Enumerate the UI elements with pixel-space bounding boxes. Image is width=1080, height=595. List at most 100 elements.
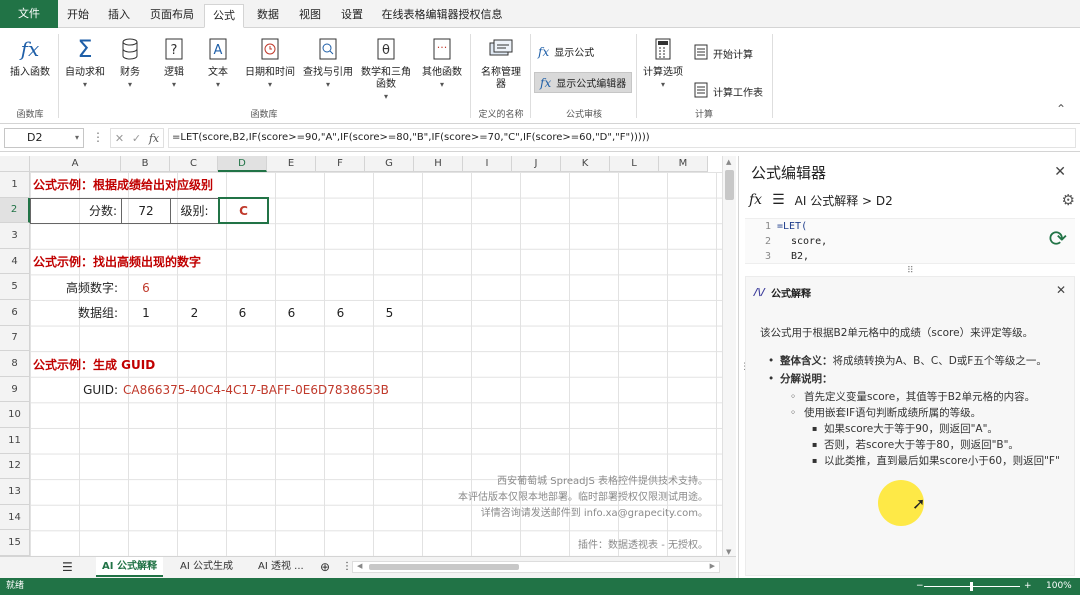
row-header-1[interactable]: 1 <box>0 172 30 198</box>
resize-handle-icon[interactable]: ⠿ <box>907 266 914 276</box>
calc-sheet-button[interactable]: 计算工作表 <box>694 82 763 101</box>
math-button[interactable]: θ 数学和三角 函数 ▾ <box>360 34 412 103</box>
scroll-right-icon[interactable]: ▶ <box>710 562 715 570</box>
column-header-b[interactable]: B <box>121 156 170 172</box>
formula-code-editor[interactable]: 1 =LET( 2 score, 3 B2, ⟳ <box>745 218 1075 264</box>
tab-insert[interactable]: 插入 <box>102 4 136 28</box>
tab-view[interactable]: 视图 <box>294 4 326 28</box>
name-box[interactable]: D2 ▾ <box>4 128 84 148</box>
tab-settings[interactable]: 设置 <box>336 4 368 28</box>
zoom-in-icon[interactable]: + <box>1024 578 1032 595</box>
tab-license-info[interactable]: 在线表格编辑器授权信息 <box>380 4 504 28</box>
show-formula-editor-button[interactable]: fx 显示公式编辑器 <box>534 72 633 93</box>
cell-g6[interactable]: 5 <box>365 300 414 326</box>
cell-d2[interactable]: C <box>218 197 269 224</box>
row-header-9[interactable]: 9 <box>0 376 30 403</box>
row-header-11[interactable]: 11 <box>0 428 30 454</box>
cell-b6[interactable]: 1 <box>121 300 171 326</box>
calc-options-button[interactable]: 计算选项 ▾ <box>640 34 686 91</box>
cell-b5[interactable]: 6 <box>121 275 171 301</box>
zoom-out-icon[interactable]: − <box>916 578 924 595</box>
column-header-a[interactable]: A <box>30 156 121 172</box>
zoom-slider-thumb[interactable] <box>970 582 973 591</box>
scroll-left-icon[interactable]: ◀ <box>357 562 362 570</box>
sheet-tab-ai-pivot[interactable]: AI 透视 ... <box>252 557 310 577</box>
gear-icon[interactable]: ⚙ <box>1062 191 1075 209</box>
vertical-scroll-thumb[interactable] <box>725 170 734 200</box>
cell-a2[interactable]: 分数: <box>30 198 122 224</box>
refresh-icon[interactable]: ⟳ <box>1049 227 1067 252</box>
column-header-i[interactable]: I <box>463 156 512 172</box>
show-formulas-button[interactable]: fx 显示公式 <box>538 44 594 60</box>
column-header-j[interactable]: J <box>512 156 561 172</box>
row-header-5[interactable]: 5 <box>0 274 30 300</box>
formula-input[interactable]: =LET(score,B2,IF(score>=90,"A",IF(score>… <box>168 128 1076 148</box>
row-header-4[interactable]: 4 <box>0 248 30 275</box>
fx-button[interactable]: fx <box>149 132 159 145</box>
cancel-icon[interactable]: ✕ <box>115 132 124 145</box>
fx-panel-icon[interactable]: fx <box>749 192 762 208</box>
cell-a9[interactable]: GUID: <box>30 377 122 403</box>
column-header-k[interactable]: K <box>561 156 610 172</box>
column-header-m[interactable]: M <box>659 156 708 172</box>
select-all-corner[interactable] <box>0 156 30 172</box>
row-header-14[interactable]: 14 <box>0 504 30 531</box>
sheet-tab-ai-generate[interactable]: AI 公式生成 <box>174 557 239 577</box>
horizontal-scrollbar[interactable]: ◀ ▶ <box>352 561 720 573</box>
close-icon[interactable]: ✕ <box>1054 164 1066 180</box>
row-header-2[interactable]: 2 <box>0 197 30 224</box>
add-sheet-icon[interactable]: ⊕ <box>314 557 336 577</box>
vertical-scrollbar[interactable]: ▲ ▼ <box>722 156 736 558</box>
column-header-h[interactable]: H <box>414 156 463 172</box>
panel-resize-handle[interactable]: ⋮ <box>740 362 749 372</box>
horizontal-scroll-thumb[interactable] <box>369 564 519 570</box>
column-header-c[interactable]: C <box>170 156 218 172</box>
row-header-3[interactable]: 3 <box>0 223 30 249</box>
row-header-15[interactable]: 15 <box>0 530 30 556</box>
scroll-up-icon[interactable]: ▲ <box>726 158 731 166</box>
cell-e6[interactable]: 6 <box>267 300 316 326</box>
row-header-12[interactable]: 12 <box>0 453 30 480</box>
logic-button[interactable]: ? 逻辑 ▾ <box>156 34 192 91</box>
tab-formulas[interactable]: 公式 <box>204 4 244 28</box>
cell-a1[interactable]: 公式示例：根据成绩给出对应级别 <box>30 172 213 198</box>
row-header-7[interactable]: 7 <box>0 325 30 352</box>
name-manager-button[interactable]: 名称管理 器 <box>474 34 528 91</box>
cell-c2[interactable]: 级别: <box>170 198 219 224</box>
cell-f6[interactable]: 6 <box>316 300 365 326</box>
cell-b2[interactable]: 72 <box>121 198 171 224</box>
other-functions-button[interactable]: ··· 其他函数 ▾ <box>418 34 466 91</box>
tab-file[interactable]: 文件 <box>0 0 58 28</box>
more-icon[interactable]: ⋮ <box>92 130 104 144</box>
cell-a8[interactable]: 公式示例：生成 GUID <box>30 352 155 378</box>
autosum-button[interactable]: Σ 自动求和 ▾ <box>62 34 108 91</box>
close-icon[interactable]: ✕ <box>1056 283 1066 297</box>
tab-data[interactable]: 数据 <box>252 4 284 28</box>
cell-a6[interactable]: 数据组: <box>30 300 122 326</box>
collapse-ribbon-icon[interactable]: ⌃ <box>1056 102 1066 116</box>
start-calc-button[interactable]: 开始计算 <box>694 44 753 63</box>
row-header-8[interactable]: 8 <box>0 351 30 377</box>
sheet-list-icon[interactable]: ☰ <box>56 557 79 577</box>
column-header-f[interactable]: F <box>316 156 365 172</box>
row-header-6[interactable]: 6 <box>0 300 30 326</box>
column-header-d[interactable]: D <box>218 156 267 172</box>
datetime-button[interactable]: 日期和时间 ▾ <box>242 34 298 91</box>
tab-page-layout[interactable]: 页面布局 <box>146 4 198 28</box>
column-header-l[interactable]: L <box>610 156 659 172</box>
lookup-button[interactable]: 查找与引用 ▾ <box>300 34 356 91</box>
cell-a4[interactable]: 公式示例：找出高频出现的数字 <box>30 249 201 275</box>
cell-b9[interactable]: CA866375-40C4-4C17-BAFF-0E6D7838653B <box>123 377 389 403</box>
row-header-13[interactable]: 13 <box>0 479 30 505</box>
column-header-g[interactable]: G <box>365 156 414 172</box>
chevron-down-icon[interactable]: ▾ <box>75 129 79 147</box>
sheet-tab-ai-explain[interactable]: AI 公式解释 <box>96 557 163 577</box>
column-header-e[interactable]: E <box>267 156 316 172</box>
list-icon[interactable]: ☰ <box>772 192 785 208</box>
scroll-down-icon[interactable]: ▼ <box>726 548 731 556</box>
cell-c6[interactable]: 2 <box>170 300 219 326</box>
worksheet[interactable]: ABCDEFGHIJKLM 1 2 3 4 5 6 7 8 9 10 11 12 13 14 15 公式示例… <box>0 156 722 558</box>
cell-a5[interactable]: 高频数字: <box>30 275 122 301</box>
insert-function-button[interactable]: fx 插入函数 <box>6 34 54 79</box>
row-header-10[interactable]: 10 <box>0 402 30 428</box>
